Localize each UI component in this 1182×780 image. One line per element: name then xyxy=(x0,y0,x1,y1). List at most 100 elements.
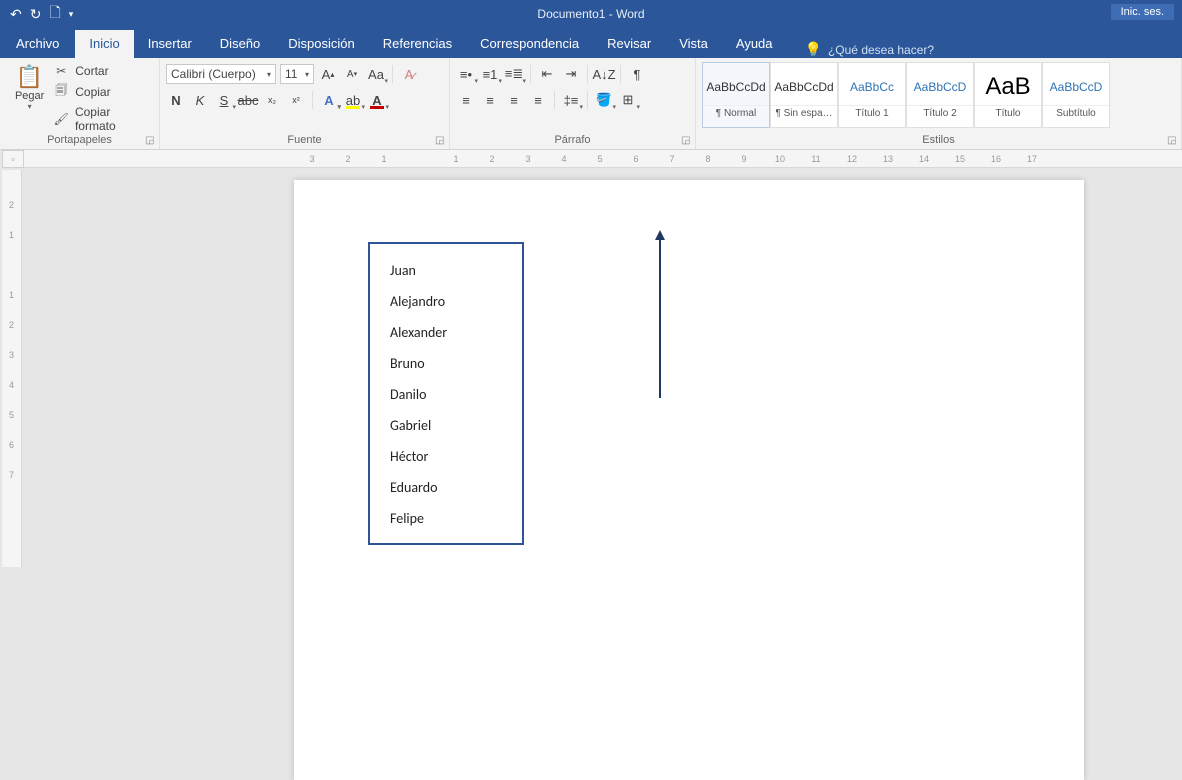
decrease-indent-button[interactable]: ⇤ xyxy=(537,64,557,84)
qat-more-button[interactable]: ▾ xyxy=(69,9,74,20)
shrink-font-button[interactable]: A▾ xyxy=(342,64,362,84)
line-spacing-button[interactable]: ‡≡▾ xyxy=(561,90,581,110)
tab-revisar[interactable]: Revisar xyxy=(593,30,665,58)
ruler-tick: 2 xyxy=(330,154,366,164)
text-effects-button[interactable]: A▾ xyxy=(319,90,339,110)
sign-in-button[interactable]: Inic. ses. xyxy=(1111,4,1174,20)
clipboard-launcher[interactable]: ◲ xyxy=(145,135,155,145)
subscript-button[interactable]: x₂ xyxy=(262,90,282,110)
tab-correspondencia[interactable]: Correspondencia xyxy=(466,30,593,58)
ruler-tick: 17 xyxy=(1014,154,1050,164)
list-item[interactable]: Héctor xyxy=(390,448,502,465)
undo-button[interactable]: ↶ xyxy=(10,6,22,23)
tab-inicio[interactable]: Inicio xyxy=(75,30,133,58)
clear-formatting-button[interactable]: A̷ xyxy=(399,64,419,84)
list-item[interactable]: Felipe xyxy=(390,510,502,527)
list-item[interactable]: Bruno xyxy=(390,355,502,372)
copy-button[interactable]: 🗐Copiar xyxy=(53,81,153,102)
ruler-tick: 16 xyxy=(978,154,1014,164)
bold-button[interactable]: N xyxy=(166,90,186,110)
sort-button[interactable]: A↓Z xyxy=(594,64,614,84)
separator xyxy=(392,65,393,83)
list-item[interactable]: Alexander xyxy=(390,324,502,341)
ruler-tick: 5 xyxy=(9,410,14,440)
tab-ayuda[interactable]: Ayuda xyxy=(722,30,787,58)
list-item[interactable]: Eduardo xyxy=(390,479,502,496)
styles-launcher[interactable]: ◲ xyxy=(1167,135,1177,145)
justify-button[interactable]: ≡ xyxy=(528,90,548,110)
ruler-tick: 11 xyxy=(798,154,834,164)
group-label-styles: Estilos xyxy=(702,132,1175,149)
style-subt-tulo[interactable]: AaBbCcDSubtítulo xyxy=(1042,62,1110,128)
borders-button[interactable]: ⊞▾ xyxy=(618,90,638,110)
ruler-tick: 1 xyxy=(366,154,402,164)
list-item[interactable]: Danilo xyxy=(390,386,502,403)
style-name-label: Título 1 xyxy=(839,105,905,121)
copy-label: Copiar xyxy=(75,85,110,99)
ruler-tick: 8 xyxy=(690,154,726,164)
numbering-button[interactable]: ≡1▾ xyxy=(480,64,500,84)
change-case-button[interactable]: Aa▾ xyxy=(366,64,386,84)
align-center-button[interactable]: ≡ xyxy=(480,90,500,110)
style-preview: AaBbCc xyxy=(850,69,894,105)
tell-me-search[interactable]: 💡 ¿Qué desea hacer? xyxy=(787,41,935,58)
ruler-tick: 3 xyxy=(294,154,330,164)
redo-button[interactable]: ↻ xyxy=(30,6,42,23)
bullets-button[interactable]: ≡•▾ xyxy=(456,64,476,84)
document-workspace: ▫ 3211234567891011121314151617 211234567… xyxy=(0,150,1182,567)
ribbon-tabs: Archivo InicioInsertarDiseñoDisposiciónR… xyxy=(0,28,1182,58)
paragraph-launcher[interactable]: ◲ xyxy=(681,135,691,145)
paste-button[interactable]: 📋 Pegar ▾ xyxy=(6,62,53,128)
italic-button[interactable]: K xyxy=(190,90,210,110)
shading-button[interactable]: 🪣▾ xyxy=(594,90,614,110)
document-title: Documento1 - Word xyxy=(537,7,644,21)
tab-diseño[interactable]: Diseño xyxy=(206,30,274,58)
text-box[interactable]: Juan Alejandro Alexander Bruno Danilo Gabriel… xyxy=(368,242,524,545)
style-t-tulo-2[interactable]: AaBbCcDTítulo 2 xyxy=(906,62,974,128)
font-name-combo[interactable]: Calibri (Cuerpo)▾ xyxy=(166,64,276,84)
cut-button[interactable]: ✂Cortar xyxy=(53,64,153,78)
grow-font-button[interactable]: A▴ xyxy=(318,64,338,84)
style--sin-espa-[interactable]: AaBbCcDd¶ Sin espa… xyxy=(770,62,838,128)
ribbon: 📋 Pegar ▾ ✂Cortar 🗐Copiar 🖌Copiar format… xyxy=(0,58,1182,150)
cut-label: Cortar xyxy=(75,64,108,78)
list-item[interactable]: Gabriel xyxy=(390,417,502,434)
font-size-combo[interactable]: 11▾ xyxy=(280,64,314,84)
style--normal[interactable]: AaBbCcDd¶ Normal xyxy=(702,62,770,128)
tab-file[interactable]: Archivo xyxy=(0,30,75,58)
align-left-button[interactable]: ≡ xyxy=(456,90,476,110)
horizontal-ruler[interactable]: 3211234567891011121314151617 xyxy=(24,150,1182,168)
align-right-button[interactable]: ≡ xyxy=(504,90,524,110)
style-preview: AaBbCcD xyxy=(914,69,967,105)
tab-referencias[interactable]: Referencias xyxy=(369,30,466,58)
show-marks-button[interactable]: ¶ xyxy=(627,64,647,84)
page[interactable]: Juan Alejandro Alexander Bruno Danilo Gabriel… xyxy=(294,180,1084,780)
ruler-tick: 13 xyxy=(870,154,906,164)
group-label-paragraph: Párrafo xyxy=(456,132,689,149)
vertical-ruler[interactable]: 211234567 xyxy=(2,170,22,567)
underline-button[interactable]: S▾ xyxy=(214,90,234,110)
increase-indent-button[interactable]: ⇥ xyxy=(561,64,581,84)
tell-me-placeholder: ¿Qué desea hacer? xyxy=(828,43,934,57)
format-painter-button[interactable]: 🖌Copiar formato xyxy=(53,105,153,133)
style-preview: AaBbCcDd xyxy=(774,69,833,105)
ruler-corner[interactable]: ▫ xyxy=(2,150,24,168)
style-t-tulo[interactable]: AaBTítulo xyxy=(974,62,1042,128)
tab-insertar[interactable]: Insertar xyxy=(134,30,206,58)
superscript-button[interactable]: x² xyxy=(286,90,306,110)
font-color-button[interactable]: A▾ xyxy=(367,90,387,110)
list-item[interactable]: Juan xyxy=(390,262,502,279)
chevron-down-icon: ▾ xyxy=(263,70,271,79)
style-t-tulo-1[interactable]: AaBbCcTítulo 1 xyxy=(838,62,906,128)
highlight-button[interactable]: ab▾ xyxy=(343,90,363,110)
new-doc-button[interactable]: 🗋 xyxy=(49,2,60,26)
group-label-font: Fuente xyxy=(166,132,443,149)
ruler-tick: 7 xyxy=(654,154,690,164)
list-item[interactable]: Alejandro xyxy=(390,293,502,310)
tab-disposición[interactable]: Disposición xyxy=(274,30,368,58)
tab-vista[interactable]: Vista xyxy=(665,30,722,58)
multilevel-list-button[interactable]: ≡≣▾ xyxy=(504,64,524,84)
font-launcher[interactable]: ◲ xyxy=(435,135,445,145)
quick-access-toolbar: ↶ ↻ 🗋 ▾ xyxy=(0,2,73,26)
strikethrough-button[interactable]: abc xyxy=(238,90,258,110)
